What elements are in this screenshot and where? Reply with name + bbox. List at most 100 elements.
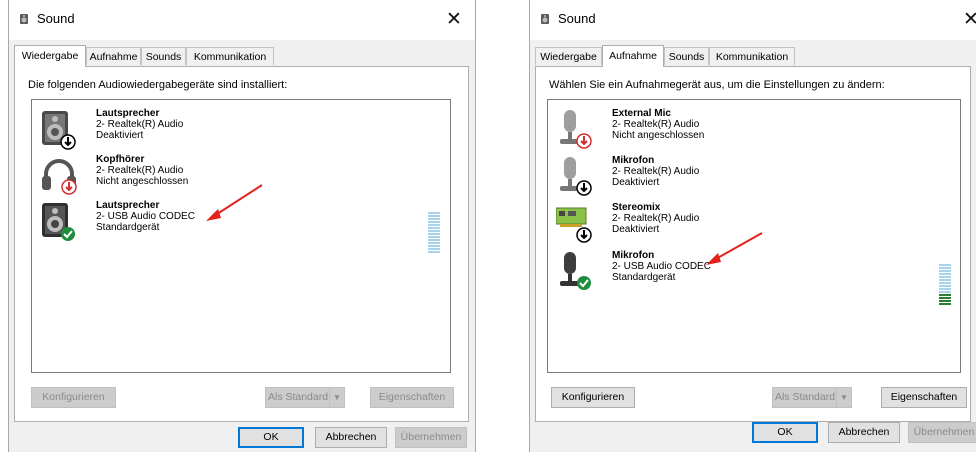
properties-button[interactable]: Eigenschaften [881,387,967,408]
level-segment [428,239,440,241]
configure-button[interactable]: Konfigurieren [31,387,116,408]
level-segment [939,297,951,299]
device-item[interactable]: Mikrofon 2- Realtek(R) Audio Deaktiviert [556,155,886,199]
device-driver: 2- Realtek(R) Audio [612,119,700,130]
level-segment [428,236,440,238]
annotation-arrow [206,184,263,221]
level-segment [939,291,951,293]
speaker-app-icon [541,14,549,24]
set-default-button[interactable]: Als Standard ▼ [265,387,345,408]
title-bar: Sound ✕ [9,0,475,40]
level-segment [428,218,440,220]
device-driver: 2- Realtek(R) Audio [96,165,184,176]
level-segment [428,215,440,217]
level-segment [428,212,440,214]
tab-panel: Die folgenden Audiowiedergabegeräte sind… [14,66,469,422]
microphone-icon [560,252,591,290]
device-status: Nicht angeschlossen [96,176,189,187]
device-driver: 2- USB Audio CODEC [612,261,711,272]
level-segment [939,273,951,275]
device-name: External Mic [612,108,671,119]
level-meter [939,264,951,306]
level-segment [428,233,440,235]
ok-button[interactable]: OK [752,422,818,443]
device-text: Lautsprecher 2- USB Audio CODEC Standard… [96,200,195,233]
title-bar: Sound ✕ [530,0,976,40]
sound-dialog-playback: Sound ✕ Wiedergabe Aufnahme Sounds Kommu… [8,0,476,452]
device-name: Lautsprecher [96,200,160,211]
set-default-label: Als Standard [267,391,329,403]
device-text: External Mic 2- Realtek(R) Audio Nicht a… [612,108,704,141]
level-segment [428,227,440,229]
level-segment [939,267,951,269]
configure-button[interactable]: Konfigurieren [551,387,635,408]
chevron-down-icon[interactable]: ▼ [329,388,344,407]
device-name: Mikrofon [612,250,655,261]
level-segment [428,248,440,250]
device-text: Stereomix 2- Realtek(R) Audio Deaktivier… [612,202,699,235]
cancel-button[interactable]: Abbrechen [828,422,900,443]
level-segment [428,221,440,223]
device-name: Stereomix [612,202,661,213]
level-segment [428,224,440,226]
level-segment [939,282,951,284]
annotation-arrow [706,232,763,265]
tab-wiedergabe[interactable]: Wiedergabe [535,47,602,65]
device-status: Standardgerät [96,222,160,233]
apply-button[interactable]: Übernehmen [395,427,467,448]
cancel-button[interactable]: Abbrechen [315,427,387,448]
tab-kommunikation[interactable]: Kommunikation [186,47,274,65]
set-default-label: Als Standard [774,391,836,403]
sound-card-icon [556,207,592,243]
ok-button[interactable]: OK [238,427,304,448]
level-segment [428,251,440,253]
device-status: Deaktiviert [612,224,660,235]
device-driver: 2- USB Audio CODEC [96,211,195,222]
level-segment [939,285,951,287]
device-text: Mikrofon 2- USB Audio CODEC Standardgerä… [612,250,711,283]
tab-sounds[interactable]: Sounds [141,47,186,65]
device-item[interactable]: External Mic 2- Realtek(R) Audio Nicht a… [556,108,886,152]
speaker-icon [42,203,75,241]
window-title: Sound [558,11,596,26]
level-segment [939,276,951,278]
tab-sounds[interactable]: Sounds [664,47,709,65]
panel-heading: Die folgenden Audiowiedergabegeräte sind… [28,79,288,91]
device-status: Nicht angeschlossen [612,130,705,141]
level-segment [428,230,440,232]
apply-button[interactable]: Übernehmen [908,422,976,443]
level-segment [939,288,951,290]
level-segment [939,264,951,266]
close-button[interactable]: ✕ [439,6,469,34]
device-status: Deaktiviert [612,177,660,188]
microphone-icon [560,157,592,196]
level-segment [939,279,951,281]
device-text: Lautsprecher 2- Realtek(R) Audio Deaktiv… [96,108,183,141]
panel-heading: Wählen Sie ein Aufnahmegerät aus, um die… [549,79,885,91]
device-text: Mikrofon 2- Realtek(R) Audio Deaktiviert [612,155,699,188]
level-segment [428,245,440,247]
speaker-app-icon [20,14,28,24]
chevron-down-icon[interactable]: ▼ [836,388,851,407]
tab-wiedergabe[interactable]: Wiedergabe [14,45,86,67]
microphone-icon [560,110,592,149]
level-segment [939,294,951,296]
level-segment [939,300,951,302]
device-name: Kopfhörer [96,154,145,165]
device-name: Lautsprecher [96,108,160,119]
device-item[interactable]: Lautsprecher 2- Realtek(R) Audio Deaktiv… [40,108,370,152]
device-text: Kopfhörer 2- Realtek(R) Audio Nicht ange… [96,154,188,187]
tab-aufnahme[interactable]: Aufnahme [86,47,141,65]
level-segment [939,270,951,272]
tab-kommunikation[interactable]: Kommunikation [709,47,795,65]
device-list[interactable]: Lautsprecher 2- Realtek(R) Audio Deaktiv… [31,99,451,373]
set-default-button[interactable]: Als Standard ▼ [772,387,852,408]
tab-aufnahme[interactable]: Aufnahme [602,45,664,67]
close-button[interactable]: ✕ [956,6,976,34]
level-segment [939,303,951,305]
device-name: Mikrofon [612,155,655,166]
properties-button[interactable]: Eigenschaften [370,387,454,408]
sound-dialog-recording: Sound ✕ Wiedergabe Aufnahme Sounds Kommu… [529,0,976,452]
device-driver: 2- Realtek(R) Audio [612,213,700,224]
headphones-icon [42,159,77,195]
